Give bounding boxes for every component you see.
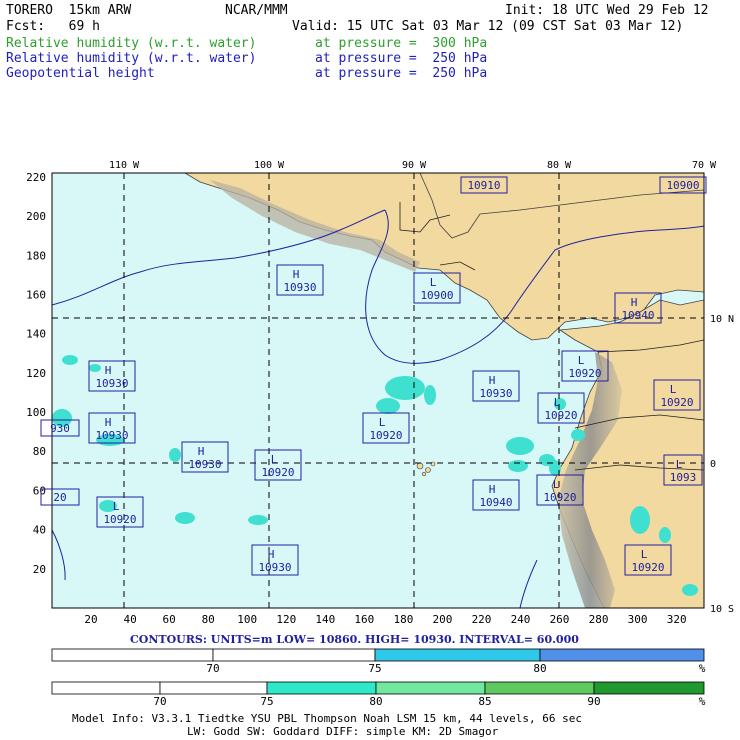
footer-model-info: Model Info: V3.3.1 Tiedtke YSU PBL Thomp… xyxy=(72,712,582,725)
pressure-center-letter: L xyxy=(670,383,677,396)
pressure-center-letter: L xyxy=(379,416,386,429)
y-grid-ticks: 20 40 60 80 100 120 140 160 180 200 220 xyxy=(26,171,46,576)
legend-250-label: 75 xyxy=(368,662,381,675)
pressure-center-value: 10920 xyxy=(631,561,664,574)
x-tick-label: 100 xyxy=(237,613,257,626)
lat-labels: 10 N 0 10 S xyxy=(710,314,734,615)
pressure-center-value: 10920 xyxy=(660,396,693,409)
pressure-center-value: 10930 xyxy=(479,387,512,400)
y-tick-label: 100 xyxy=(26,406,46,419)
pressure-center-letter: L xyxy=(271,453,278,466)
x-tick-label: 300 xyxy=(628,613,648,626)
high-low-box: 10900 xyxy=(659,176,707,194)
lon-label: 110 W xyxy=(109,160,140,171)
x-tick-label: 220 xyxy=(472,613,492,626)
lon-label: 80 W xyxy=(547,160,572,171)
pressure-center-value: 10900 xyxy=(420,289,453,302)
y-tick-label: 80 xyxy=(33,445,46,458)
pressure-center-letter: H xyxy=(105,416,112,429)
x-tick-label: 160 xyxy=(354,613,374,626)
x-tick-label: 140 xyxy=(315,613,335,626)
pressure-center-letter: H xyxy=(489,374,496,387)
pressure-center-value: 10940 xyxy=(479,496,512,509)
x-tick-label: 20 xyxy=(84,613,97,626)
lat-label: 10 N xyxy=(710,314,734,325)
pressure-center-value: 10910 xyxy=(467,179,500,192)
x-grid-ticks: 20 40 60 80 100 120 140 160 180 200 220 240 260 280 30… xyxy=(84,613,686,626)
x-tick-label: 40 xyxy=(123,613,136,626)
legend-250-label: 80 xyxy=(533,662,546,675)
legend-300-label: 85 xyxy=(478,695,491,708)
legend-rh-250: 70 75 80 % xyxy=(51,648,706,675)
pressure-center-value: 10920 xyxy=(103,513,136,526)
y-tick-label: 180 xyxy=(26,249,46,262)
legend-300-label: 80 xyxy=(369,695,382,708)
y-tick-label: 140 xyxy=(26,328,46,341)
map-figure: 110 W 100 W 90 W 80 W 70 W 10 N 0 10 S 2… xyxy=(26,160,734,738)
lat-label: 10 S xyxy=(710,604,734,615)
pressure-center-letter: L xyxy=(578,354,585,367)
legend-300-unit: % xyxy=(699,695,706,708)
pressure-center-value: 20 xyxy=(53,491,66,504)
y-tick-label: 220 xyxy=(26,171,46,184)
pressure-center-letter: L xyxy=(553,478,560,491)
legend-300-label: 90 xyxy=(587,695,600,708)
x-tick-label: 260 xyxy=(550,613,570,626)
lon-label: 100 W xyxy=(254,160,285,171)
x-tick-label: 60 xyxy=(162,613,175,626)
pressure-center-value: 10920 xyxy=(369,429,402,442)
legend-250-label: 70 xyxy=(206,662,219,675)
lat-label: 0 xyxy=(710,459,716,470)
pressure-center-letter: H xyxy=(268,548,275,561)
y-tick-label: 120 xyxy=(26,367,46,380)
y-tick-label: 160 xyxy=(26,289,46,302)
y-tick-label: 40 xyxy=(33,524,46,537)
pressure-center-value: 10930 xyxy=(95,429,128,442)
pressure-center-letter: L xyxy=(554,396,561,409)
pressure-center-value: 930 xyxy=(50,422,70,435)
x-tick-label: 80 xyxy=(202,613,215,626)
legend-300-label: 75 xyxy=(260,695,273,708)
legend-300-label: 70 xyxy=(153,695,166,708)
legend-250-unit: % xyxy=(699,662,706,675)
x-tick-label: 200 xyxy=(432,613,452,626)
pressure-center-letter: H xyxy=(293,268,300,281)
pressure-center-letter: H xyxy=(198,445,205,458)
y-tick-label: 200 xyxy=(26,210,46,223)
pressure-center-value: 10900 xyxy=(666,179,699,192)
lon-labels: 110 W 100 W 90 W 80 W 70 W xyxy=(109,160,717,171)
pressure-center-value: 10920 xyxy=(568,367,601,380)
pressure-center-letter: L xyxy=(641,548,648,561)
footer-physics-info: LW: Godd SW: Goddard DIFF: simple KM: 2D… xyxy=(187,725,499,738)
pressure-center-value: 10930 xyxy=(95,377,128,390)
x-tick-label: 240 xyxy=(511,613,531,626)
pressure-center-letter: H xyxy=(105,364,112,377)
y-tick-label: 60 xyxy=(33,484,46,497)
pressure-center-value: 10940 xyxy=(621,309,654,322)
x-tick-label: 120 xyxy=(276,613,296,626)
pressure-center-value: 10930 xyxy=(283,281,316,294)
pressure-center-value: 10920 xyxy=(544,409,577,422)
high-low-box: 10910 xyxy=(460,176,508,194)
pressure-center-value: 10920 xyxy=(261,466,294,479)
x-tick-label: 320 xyxy=(667,613,687,626)
pressure-center-value: 1093 xyxy=(670,471,697,484)
pressure-center-letter: L xyxy=(430,276,437,289)
pressure-center-letter: H xyxy=(631,296,638,309)
pressure-center-value: 10930 xyxy=(258,561,291,574)
legend-rh-300: 70 75 80 85 90 % xyxy=(51,681,706,708)
lon-label: 70 W xyxy=(692,160,717,171)
contour-info: CONTOURS: UNITS=m LOW= 10860. HIGH= 1093… xyxy=(130,633,579,646)
lon-label: 90 W xyxy=(402,160,427,171)
pressure-center-letter: L xyxy=(113,500,120,513)
x-tick-label: 280 xyxy=(589,613,609,626)
pressure-center-letter: H xyxy=(489,483,496,496)
pressure-center-letter: L xyxy=(676,458,683,471)
x-tick-label: 180 xyxy=(393,613,413,626)
y-tick-label: 20 xyxy=(33,563,46,576)
pressure-center-value: 10930 xyxy=(188,458,221,471)
pressure-center-value: 10920 xyxy=(543,491,576,504)
